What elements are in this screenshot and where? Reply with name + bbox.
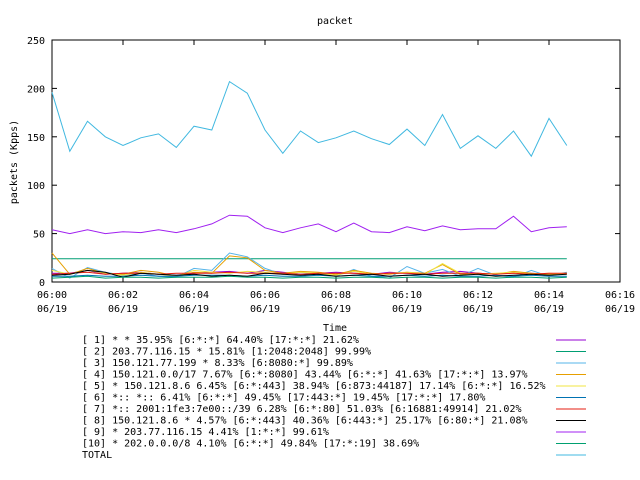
- legend-label: [ 9] * 203.77.116.15 4.41% [1:*:*] 99.61…: [82, 427, 329, 438]
- x-tick-label-date: 06/19: [179, 304, 209, 315]
- x-tick-label-time: 06:00: [37, 290, 67, 301]
- series-line-10: [51, 275, 567, 279]
- y-tick-label: 250: [27, 36, 45, 47]
- legend-label: [ 5] * 150.121.8.6 6.45% [6:*:443] 38.94…: [82, 381, 546, 392]
- legend-label: [ 6] *:: *:: 6.41% [6:*:*] 49.45% [17:44…: [82, 393, 485, 404]
- y-tick-label: 50: [33, 230, 45, 241]
- x-tick-label-time: 06:10: [392, 290, 422, 301]
- legend-label: TOTAL: [82, 450, 112, 461]
- x-tick-label-time: 06:02: [108, 290, 138, 301]
- legend-label: [ 1] * * 35.95% [6:*:*] 64.40% [17:*:*] …: [82, 335, 359, 346]
- legend-label: [ 3] 150.121.77.199 * 8.33% [6:8080:*] 9…: [82, 358, 353, 369]
- y-tick-label: 200: [27, 84, 45, 95]
- x-tick-label-date: 06/19: [37, 304, 67, 315]
- plot-frame: [51, 39, 621, 283]
- y-tick-label: 0: [39, 278, 45, 289]
- x-tick-label-date: 06/19: [534, 304, 564, 315]
- x-tick-label-date: 06/19: [463, 304, 493, 315]
- y-tick-label: 150: [27, 133, 45, 144]
- x-tick-label-date: 06/19: [250, 304, 280, 315]
- legend-label: [ 8] 150.121.8.6 * 4.57% [6:*:443] 40.36…: [82, 416, 528, 427]
- y-ticks: 0 50 100 150 200 250: [27, 36, 620, 289]
- x-tick-label-time: 06:14: [534, 290, 564, 301]
- x-tick-label-time: 06:08: [321, 290, 351, 301]
- legend-label: [ 4] 150.121.0.0/17 7.67% [6:*:8080] 43.…: [82, 370, 528, 381]
- y-axis-label: packets (Kpps): [9, 120, 20, 204]
- series-line-9: [51, 214, 567, 235]
- x-tick-label-date: 06/19: [392, 304, 422, 315]
- legend-label: [ 2] 203.77.116.15 * 15.81% [1:2048:2048…: [82, 347, 371, 358]
- x-tick-label-date: 06/19: [605, 304, 635, 315]
- x-axis-label: Time: [323, 323, 347, 334]
- series-line-11: [51, 80, 568, 158]
- packet-chart: packet packets (Kpps) 0 50 100 150 200 250 06…: [9, 16, 635, 461]
- series-lines: [51, 80, 568, 279]
- legend: [ 1] * * 35.95% [6:*:*] 64.40% [17:*:*] …: [82, 335, 586, 461]
- y-tick-label: 100: [27, 181, 45, 192]
- x-tick-label-time: 06:06: [250, 290, 280, 301]
- x-tick-label-date: 06/19: [321, 304, 351, 315]
- chart-title: packet: [317, 16, 353, 27]
- x-tick-label-time: 06:16: [605, 290, 635, 301]
- x-tick-label-time: 06:04: [179, 290, 209, 301]
- x-tick-label-date: 06/19: [108, 304, 138, 315]
- x-tick-label-time: 06:12: [463, 290, 493, 301]
- legend-label: [ 7] *:: 2001:1fe3:7e00::/39 6.28% [6:*:…: [82, 404, 522, 415]
- legend-label: [10] * 202.0.0.0/8 4.10% [6:*:*] 49.84% …: [82, 439, 419, 450]
